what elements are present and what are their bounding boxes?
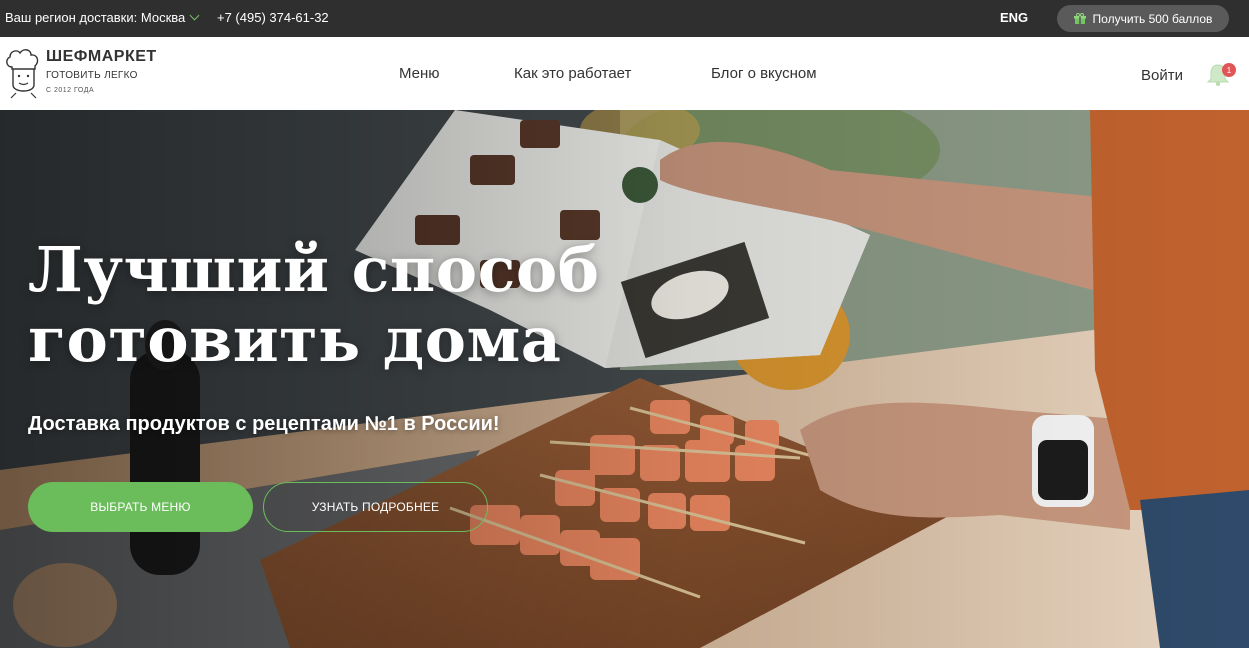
delivery-region-label: Ваш регион доставки: Москва — [5, 10, 186, 25]
hero-title-line-2: готовить дома — [28, 303, 562, 376]
phone-link[interactable]: +7 (495) 374-61-32 — [217, 10, 329, 25]
login-button[interactable]: Войти — [1141, 67, 1183, 84]
choose-menu-button[interactable]: ВЫБРАТЬ МЕНЮ — [28, 482, 253, 532]
bonus-label: Получить 500 баллов — [1092, 11, 1213, 26]
nav-item-menu[interactable]: Меню — [399, 65, 440, 82]
chef-logo-icon — [6, 49, 39, 99]
hero-subtitle: Доставка продуктов с рецептами №1 в Росс… — [28, 413, 500, 435]
delivery-region-selector[interactable]: Ваш регион доставки: Москва — [5, 10, 200, 25]
learn-more-button[interactable]: УЗНАТЬ ПОДРОБНЕЕ — [263, 482, 488, 532]
nav-item-blog[interactable]: Блог о вкусном — [711, 65, 817, 82]
chevron-down-icon — [189, 10, 200, 21]
hero-banner: Лучший способ готовить дома Доставка про… — [0, 110, 1249, 648]
hero-title: Лучший способ готовить дома — [28, 235, 600, 375]
get-bonus-button[interactable]: Получить 500 баллов — [1057, 5, 1229, 32]
hero-title-line-1: Лучший способ — [28, 233, 600, 306]
hero-background-image — [0, 110, 1249, 648]
nav-item-how-it-works[interactable]: Как это работает — [514, 65, 631, 82]
logo-subtitle: ГОТОВИТЬ ЛЕГКО — [46, 70, 138, 81]
notification-badge: 1 — [1222, 63, 1236, 77]
logo-title: ШЕФМАРКЕТ — [46, 48, 157, 65]
top-bar: Ваш регион доставки: Москва +7 (495) 374… — [0, 0, 1249, 37]
logo-since: С 2012 ГОДА — [46, 87, 95, 94]
language-switch[interactable]: ENG — [1000, 10, 1028, 25]
main-header: ШЕФМАРКЕТ ГОТОВИТЬ ЛЕГКО С 2012 ГОДА Мен… — [0, 37, 1249, 110]
gift-icon — [1073, 12, 1086, 24]
